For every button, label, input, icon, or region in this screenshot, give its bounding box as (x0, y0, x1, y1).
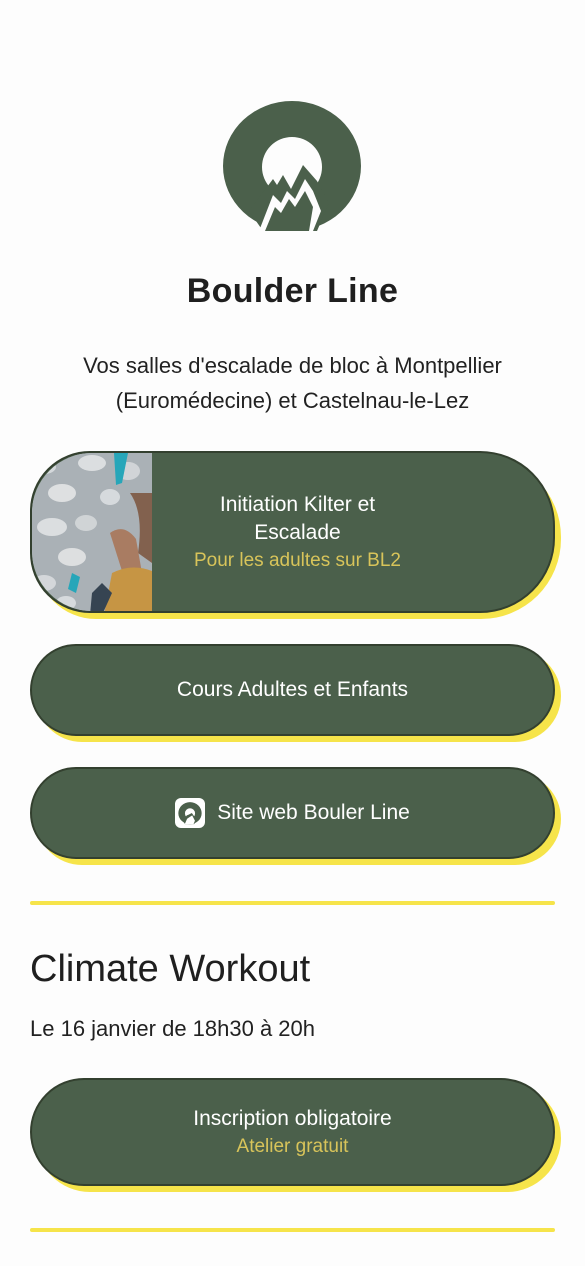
link-button[interactable]: Site web Bouler Line (30, 767, 555, 859)
link-button[interactable]: Cours Adultes et Enfants (30, 644, 555, 736)
link-label: Inscription obligatoire (193, 1106, 392, 1130)
link-sublabel: Atelier gratuit (236, 1135, 349, 1157)
link-button[interactable]: Initiation Kilter et Escalade Pour les a… (30, 451, 555, 613)
link-sublabel: Pour les adultes sur BL2 (193, 549, 401, 571)
link-button[interactable]: Inscription obligatoire Atelier gratuit (30, 1078, 555, 1186)
link-label: Cours Adultes et Enfants (176, 678, 409, 701)
section-divider (30, 901, 555, 905)
event-title: Climate Workout (30, 948, 311, 990)
profile-description: Vos salles d'escalade de bloc à Montpell… (83, 353, 502, 413)
profile-title: Boulder Line (186, 272, 399, 310)
climbing-wall-thumbnail (32, 453, 152, 611)
link-site-web[interactable]: Site web Bouler Line (30, 767, 561, 865)
link-label: Site web Bouler Line (217, 801, 410, 824)
link-label: Initiation Kilter et Escalade (219, 492, 376, 544)
page: Boulder Line Vos salles d'escalade de bl… (0, 0, 585, 1266)
link-initiation-kilter[interactable]: Initiation Kilter et Escalade Pour les a… (30, 451, 561, 619)
link-cours-adultes-enfants[interactable]: Cours Adultes et Enfants (30, 644, 561, 742)
link-inscription[interactable]: Inscription obligatoire Atelier gratuit (30, 1078, 561, 1192)
event-date: Le 16 janvier de 18h30 à 20h (30, 1016, 316, 1041)
section-divider (30, 1228, 555, 1232)
boulder-line-logo-icon (175, 798, 206, 828)
boulder-line-logo (223, 101, 361, 231)
